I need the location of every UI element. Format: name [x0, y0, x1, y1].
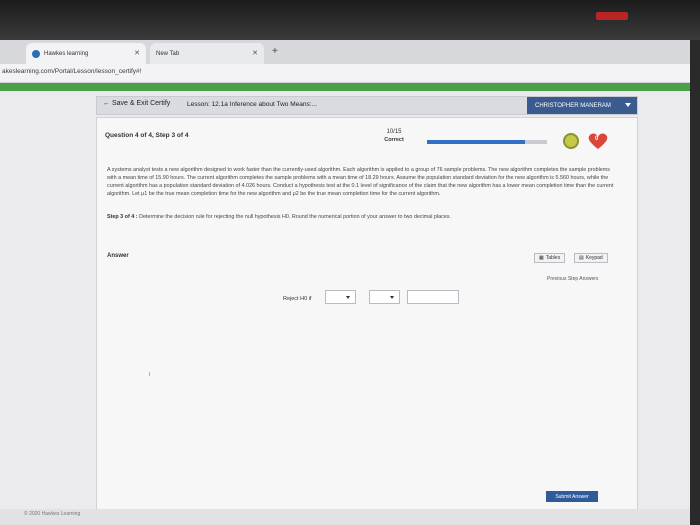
back-arrow-icon: ←	[103, 100, 110, 107]
tab-label: New Tab	[156, 50, 180, 57]
page: ← Save & Exit Certify Lesson: 12.1a Infe…	[0, 91, 690, 525]
close-tab-icon[interactable]: ✕	[252, 49, 258, 57]
step-instructions: Step 3 of 4 : Determine the decision rul…	[107, 214, 617, 220]
hearts-count: 0	[595, 136, 599, 142]
coin-icon	[563, 133, 579, 149]
question-card: Question 4 of 4, Step 3 of 4 10/15 Corre…	[96, 117, 638, 511]
score-badge: 10/15 Correct	[379, 128, 409, 144]
submit-answer-button[interactable]: Submit Answer	[546, 491, 598, 502]
question-header: Question 4 of 4, Step 3 of 4	[105, 132, 189, 139]
close-tab-icon[interactable]: ✕	[134, 49, 140, 57]
answer-label: Answer	[107, 253, 129, 259]
chevron-down-icon	[346, 296, 350, 299]
tab-new-tab[interactable]: New Tab ✕	[150, 43, 264, 64]
text-cursor-icon: I	[149, 372, 151, 378]
step-label: Step 3 of 4 :	[107, 214, 138, 220]
keypad-button[interactable]: ▤ Keypad	[574, 253, 608, 263]
reject-rule-label: Reject H0 if	[283, 296, 312, 302]
new-tab-icon[interactable]: +	[272, 46, 278, 57]
footer-bar	[0, 509, 690, 525]
problem-text: A systems analyst tests a new algorithm …	[107, 167, 614, 197]
tab-strip: Hawkes learning ✕ New Tab ✕ +	[0, 40, 690, 64]
chevron-down-icon	[390, 296, 394, 299]
user-menu[interactable]: CHRISTOPHER MANERAM	[527, 97, 637, 114]
progress-bar	[427, 140, 547, 144]
previous-step-answers-link[interactable]: Previous Step Answers	[547, 276, 598, 282]
comparison-dropdown[interactable]	[369, 290, 400, 304]
copyright-text: © 2020 Hawkes Learning	[24, 511, 81, 517]
score-value: 10/15	[386, 129, 402, 135]
tab-label: Hawkes learning	[44, 50, 89, 57]
lesson-title: Lesson: 12.1a Inference about Two Means:…	[187, 101, 317, 108]
user-name: CHRISTOPHER MANERAM	[535, 102, 611, 109]
app-header-bar	[0, 83, 690, 91]
address-bar[interactable]: akeslearning.com/Portal/Lesson/lesson_ce…	[0, 64, 690, 83]
progress-fill	[427, 140, 526, 144]
tables-button[interactable]: ▦ Tables	[534, 253, 566, 263]
lesson-nav-bar: ← Save & Exit Certify Lesson: 12.1a Infe…	[96, 96, 638, 115]
power-indicator	[596, 12, 628, 20]
keypad-icon: ▤	[579, 255, 584, 261]
tab-hawkes-learning[interactable]: Hawkes learning ✕	[26, 43, 146, 64]
critical-value-input[interactable]	[407, 290, 459, 304]
chevron-down-icon	[625, 103, 631, 107]
save-exit-button[interactable]: ← Save & Exit Certify	[103, 100, 170, 107]
browser-window: Hawkes learning ✕ New Tab ✕ + akeslearni…	[0, 40, 700, 525]
statistic-dropdown[interactable]	[325, 290, 356, 304]
step-text: Determine the decision rule for rejectin…	[139, 214, 451, 220]
hawkes-favicon-icon	[32, 49, 40, 58]
url-text: akeslearning.com/Portal/Lesson/lesson_ce…	[2, 68, 142, 75]
score-status: Correct	[384, 137, 404, 143]
table-icon: ▦	[539, 255, 544, 261]
monitor-bezel	[0, 0, 700, 40]
